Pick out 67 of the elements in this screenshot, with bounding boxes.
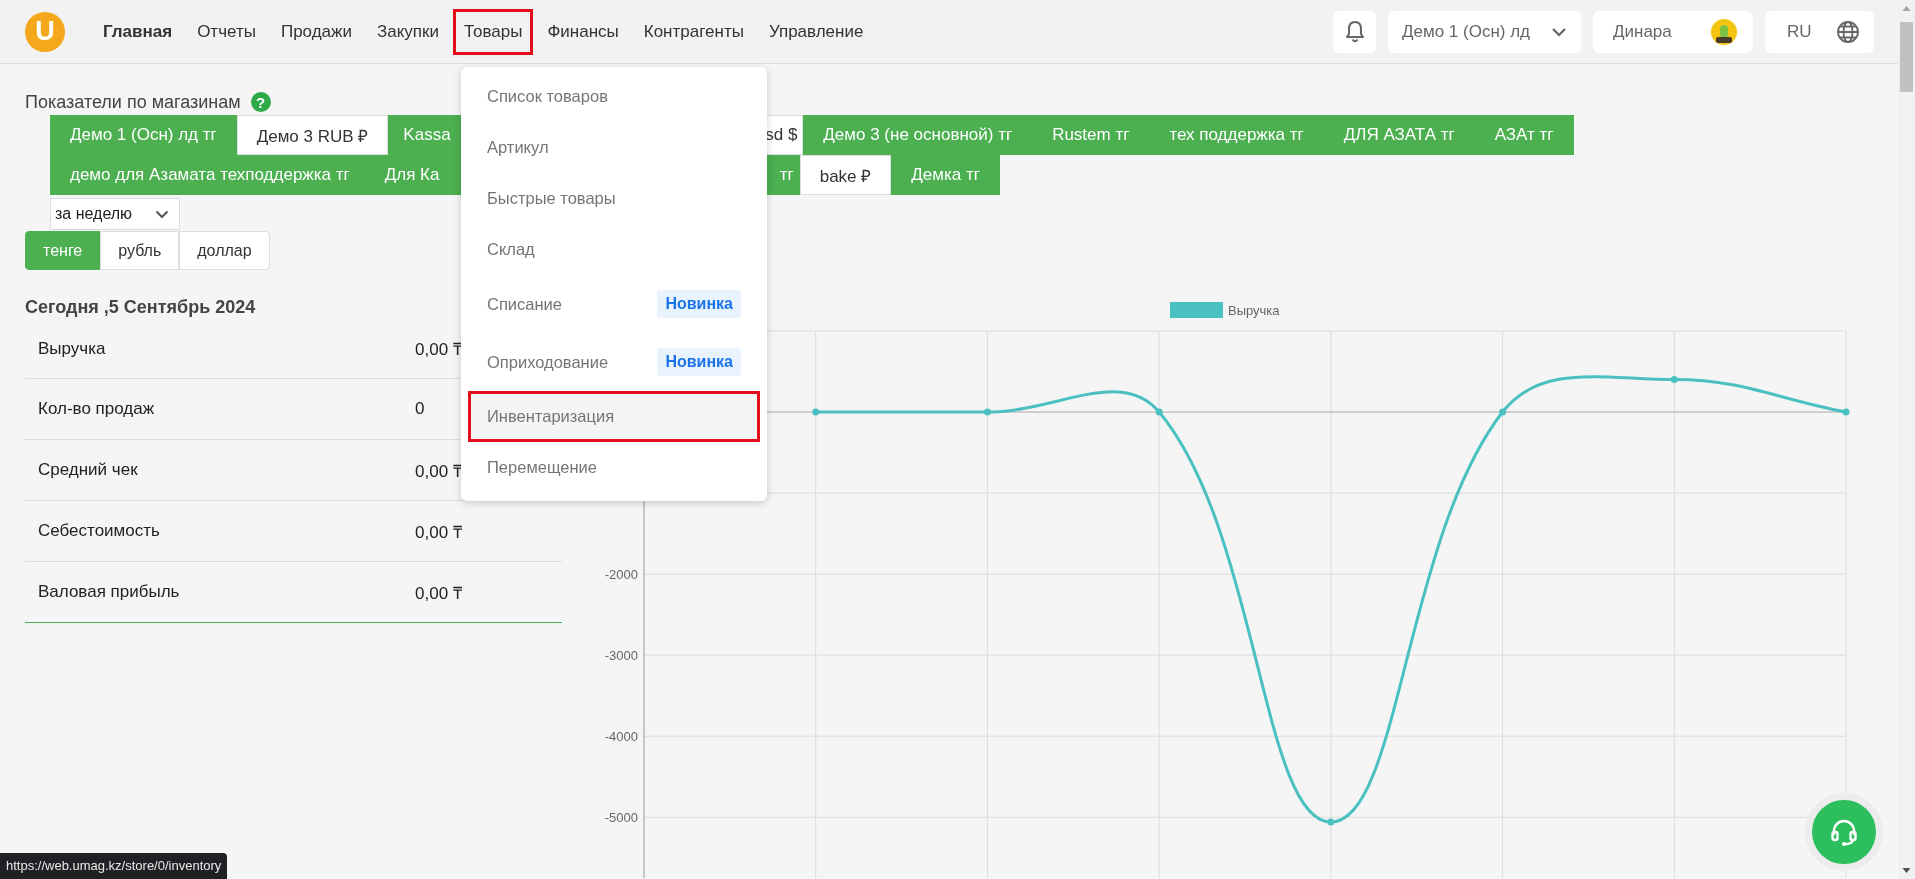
data-point [1155,408,1163,416]
data-point [1499,408,1507,416]
bell-icon [1344,19,1365,44]
nav-link[interactable]: Закупки [365,8,450,55]
chevron-down-icon [155,209,169,219]
new-badge: Новинка [657,348,741,376]
section-title: Показатели по магазинам [25,91,241,113]
stat-label: Валовая прибыль [38,582,181,602]
menu-item[interactable]: Списание Новинка [468,275,760,333]
globe-icon [1836,19,1860,44]
stat-label: Себестоимость [38,521,161,541]
new-badge: Новинка [657,290,741,318]
nav-link[interactable]: Контрагенты [632,8,755,55]
store-tab[interactable]: Демо 1 (Осн) лд тг [50,115,237,155]
data-point [1327,818,1335,826]
currency-tab[interactable]: тенге [25,231,101,270]
stat-value: 0 [415,399,425,419]
nav-link[interactable]: Товары [452,8,534,55]
store-tab[interactable]: ДЛЯ АЗАТА тг [1323,115,1475,155]
menu-item[interactable]: Артикул [468,122,760,173]
menu-item[interactable]: Оприходование Новинка [468,333,760,391]
menu-item[interactable]: Инвентаризация [468,391,760,442]
store-select[interactable]: Демо 1 (Осн) лд [1388,10,1581,53]
data-point [983,408,991,416]
store-tab[interactable]: Демо 3 RUB ₽ [236,115,389,155]
nav-link[interactable]: Отчеты [186,8,267,55]
nav-link[interactable]: Финансы [536,8,630,55]
store-tab[interactable]: Демка тг [891,155,1000,195]
avatar-icon [1711,18,1737,45]
y-tick-label: -2000 [604,567,638,583]
store-tab[interactable]: АЗАт тг [1474,115,1574,155]
y-tick-label: -4000 [604,729,638,745]
legend-swatch [1170,302,1223,318]
stat-label: Средний чек [38,460,139,480]
data-point [1670,376,1678,384]
nav-link[interactable]: Управление [757,8,875,55]
store-tab[interactable]: bake ₽ [799,155,892,195]
language-select[interactable]: RU [1765,10,1874,53]
store-tab[interactable]: Демо 3 (не основной) тг [803,115,1033,155]
stat-label: Кол-во продаж [38,399,156,419]
store-tab[interactable]: Rustem тг [1032,115,1150,155]
menu-item[interactable]: Список товаров [468,71,760,122]
nav-link[interactable]: Главная [92,8,184,55]
help-icon[interactable]: ? [250,92,271,112]
stat-label: Выручка [38,338,107,359]
store-tab[interactable]: тех поддержка тг [1149,115,1324,155]
date-heading: Сегодня ,5 Сентябрь 2024 [25,296,256,319]
headset-icon [1829,817,1859,847]
store-tab[interactable]: демо для Азамата техподдержка тг [50,155,370,195]
menu-item[interactable]: Перемещение [468,442,760,493]
stat-value: 0,00 ₸ [415,582,462,604]
menu-item[interactable]: Быстрые товары [468,173,760,224]
period-select[interactable]: за неделю [50,198,180,230]
chevron-down-icon [1551,26,1567,37]
menu-item[interactable]: Склад [468,224,760,275]
data-point [1842,408,1850,416]
y-tick-label: -3000 [604,648,638,664]
stat-value: 0,00 ₸ [415,521,462,543]
legend-label: Выручка [1228,303,1280,318]
y-tick-label: -5000 [604,810,638,826]
data-point [812,408,820,416]
user-menu[interactable]: Динара [1593,10,1753,53]
link-status-url: https://web.umag.kz/store/0/inventory [0,853,228,879]
notifications-button[interactable] [1333,10,1376,53]
currency-tab[interactable]: рубль [100,231,180,270]
currency-tab[interactable]: доллар [179,231,270,270]
nav-link[interactable]: Продажи [269,8,363,55]
